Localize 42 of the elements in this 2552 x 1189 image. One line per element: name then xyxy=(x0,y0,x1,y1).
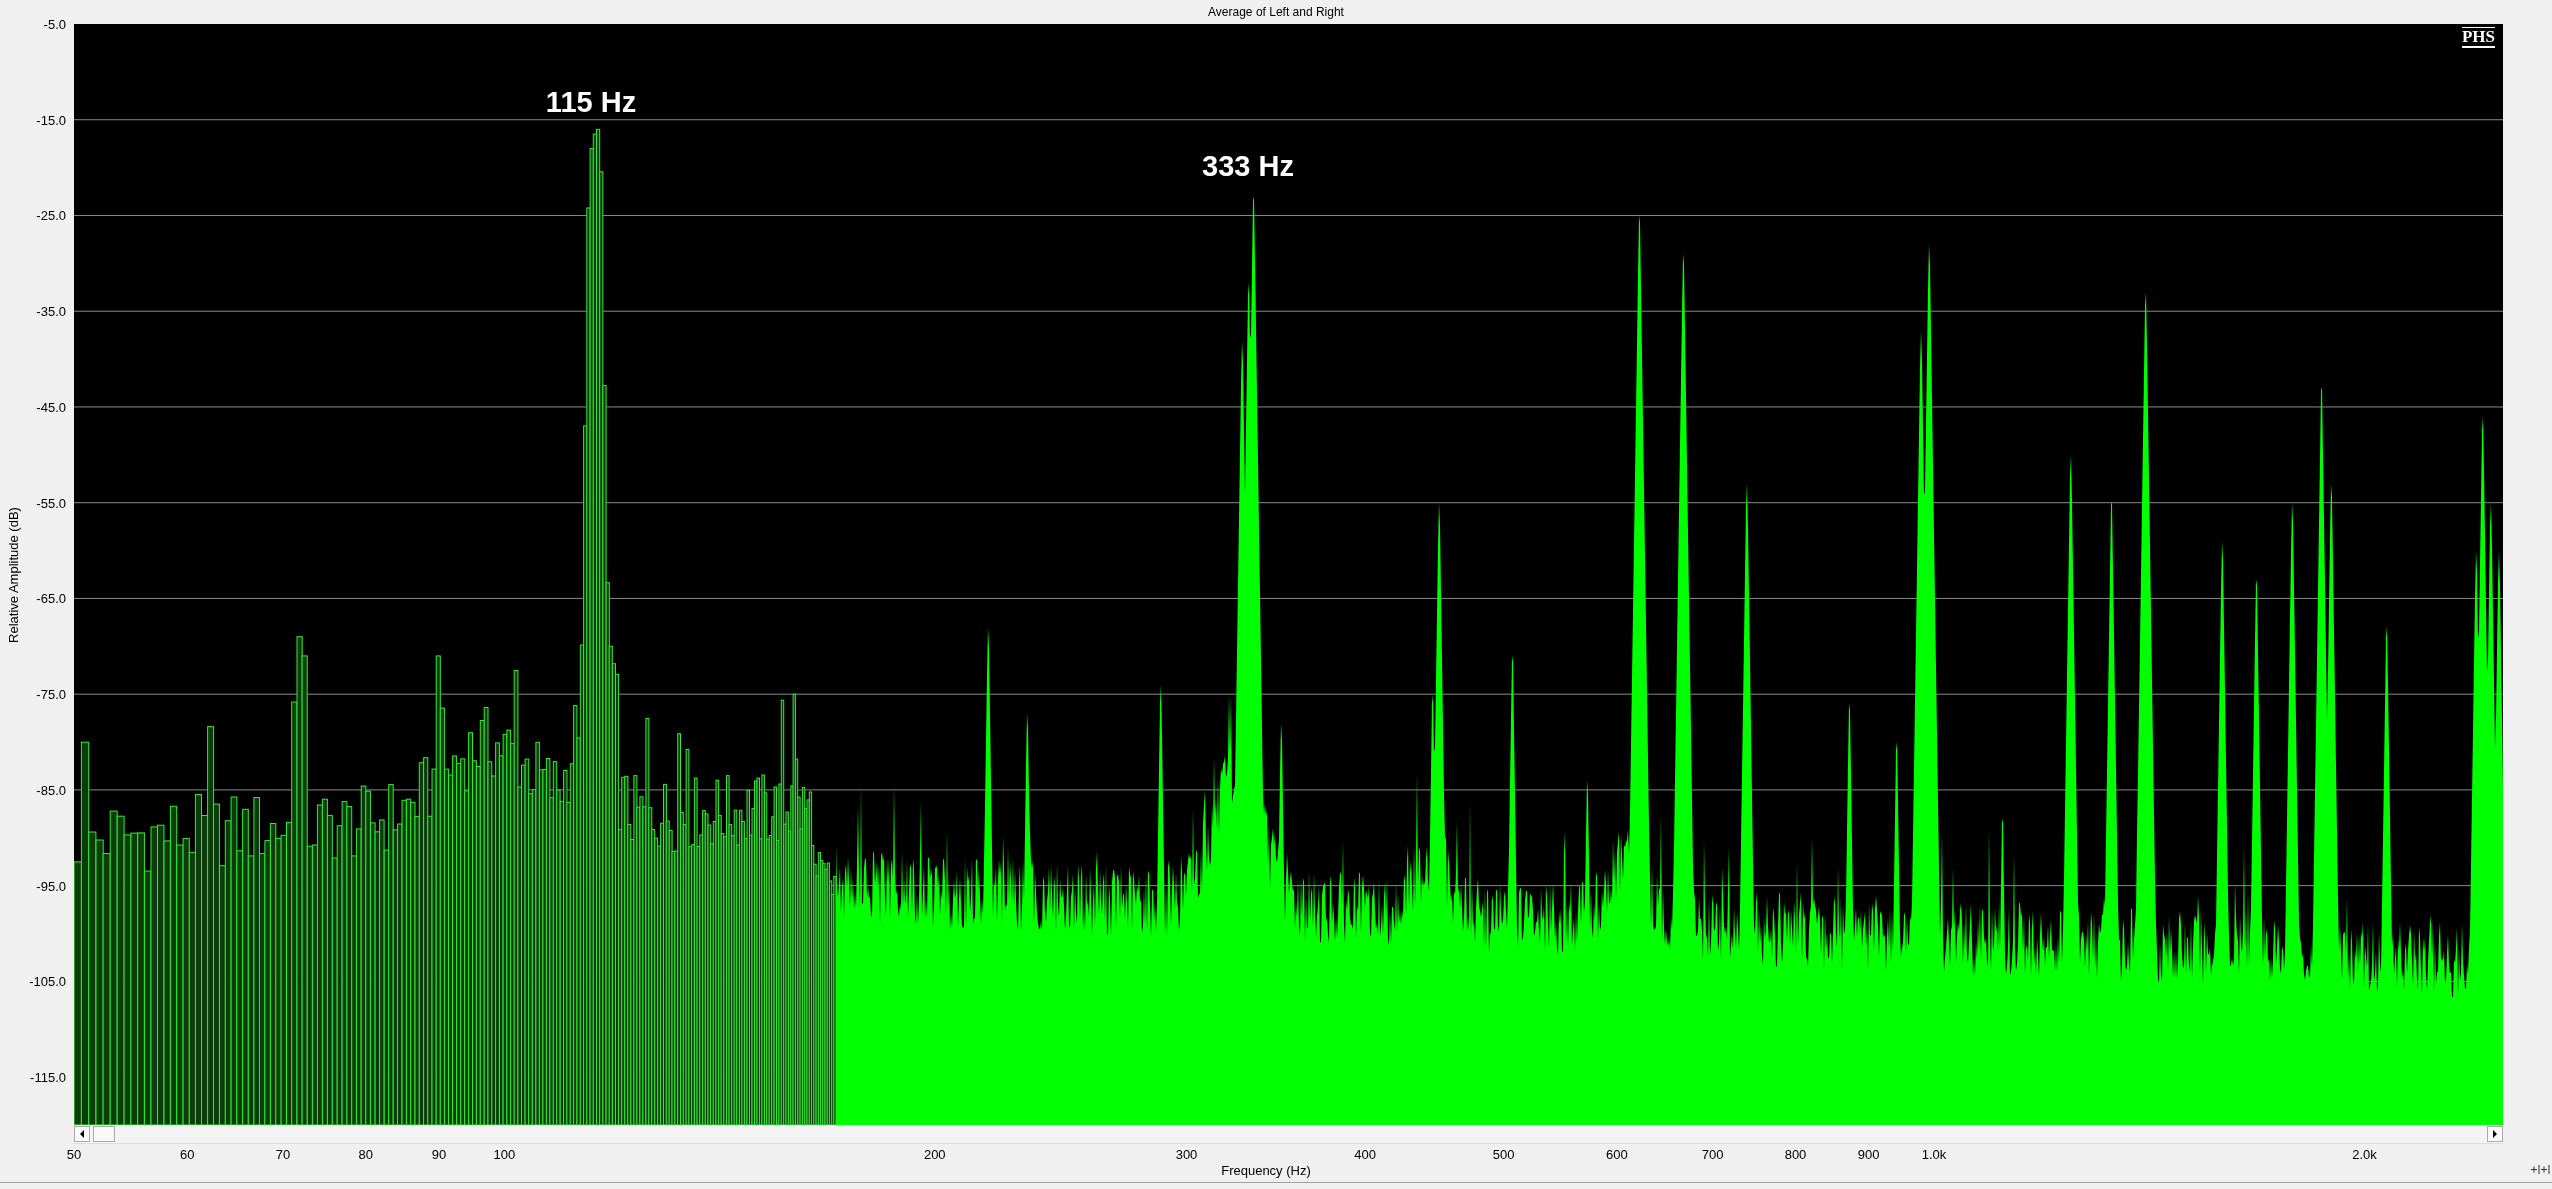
peak-label: 115 Hz xyxy=(545,85,637,119)
scroll-right-button[interactable] xyxy=(2487,1126,2503,1142)
y-tick-label: -5.0 xyxy=(43,16,66,32)
peak-label: 333 Hz xyxy=(1202,149,1294,183)
x-tick-label: 900 xyxy=(1857,1147,1880,1162)
logo-text: PHS xyxy=(2461,27,2495,48)
x-tick-label: 90 xyxy=(431,1147,447,1162)
x-tick-label: 2.0k xyxy=(2352,1147,2377,1162)
y-tick-label: -95.0 xyxy=(36,878,66,894)
x-tick-label: 800 xyxy=(1784,1147,1807,1162)
horizontal-scrollbar[interactable] xyxy=(74,1125,2503,1144)
scroll-left-button[interactable] xyxy=(74,1126,90,1142)
y-tick-label: -55.0 xyxy=(36,495,66,511)
x-tick-label: 100 xyxy=(493,1147,516,1162)
y-tick-label: -35.0 xyxy=(36,303,66,319)
x-tick-label: 80 xyxy=(358,1147,374,1162)
x-axis-label: Frequency (Hz) xyxy=(1221,1163,1311,1179)
x-tick-label: 70 xyxy=(275,1147,291,1162)
x-tick-label: 500 xyxy=(1492,1147,1515,1162)
x-tick-label: 200 xyxy=(923,1147,946,1162)
x-tick-label: 700 xyxy=(1701,1147,1724,1162)
chart-title: Average of Left and Right xyxy=(1208,5,1344,19)
scrollbar-thumb[interactable] xyxy=(93,1126,115,1142)
x-tick-label: 50 xyxy=(66,1147,82,1162)
y-tick-label: -45.0 xyxy=(36,399,66,415)
x-tick-label: 60 xyxy=(179,1147,195,1162)
x-tick-label: 600 xyxy=(1606,1147,1628,1162)
y-tick-label: -115.0 xyxy=(30,1069,66,1085)
x-tick-label: 400 xyxy=(1354,1147,1376,1162)
y-tick-label: -15.0 xyxy=(36,112,66,128)
x-tick-label: 300 xyxy=(1175,1147,1198,1162)
left-triangle-icon xyxy=(79,1130,85,1138)
y-tick-label: -85.0 xyxy=(36,782,66,798)
y-axis-label: Relative Amplitude (dB) xyxy=(5,506,21,643)
y-tick-label: -105.0 xyxy=(29,973,66,989)
plus-bar-icon[interactable] xyxy=(2531,1165,2540,1174)
y-tick-label: -75.0 xyxy=(36,686,66,702)
right-triangle-icon xyxy=(2492,1130,2498,1138)
x-tick-label: 1.0k xyxy=(1921,1147,1947,1162)
y-tick-label: -25.0 xyxy=(36,207,66,223)
y-tick-label: -65.0 xyxy=(36,590,66,606)
plus-bar-icon[interactable] xyxy=(2541,1165,2550,1174)
